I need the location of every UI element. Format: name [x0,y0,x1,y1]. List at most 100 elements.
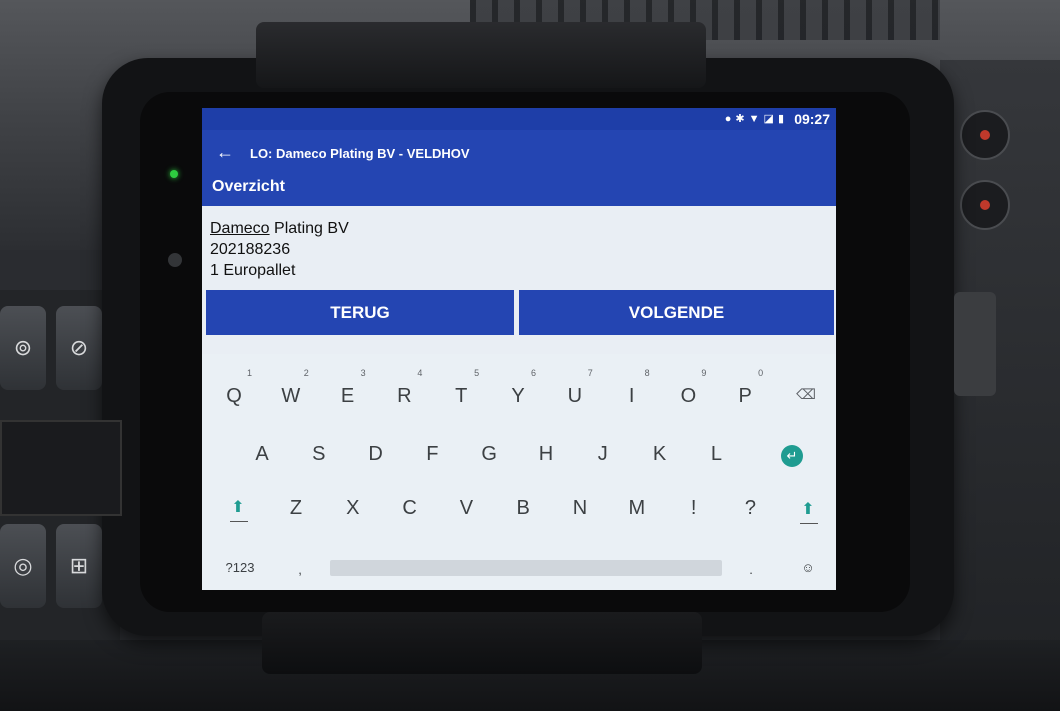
key-label: L [710,443,722,465]
backspace-key[interactable]: ⌫ [784,374,828,414]
dashboard-switch [960,180,1010,230]
key-n[interactable]: N [558,488,602,528]
key-label: A [255,443,269,465]
key-h[interactable]: H [524,434,568,474]
order-info: Dameco Plating BV 202188236 1 Europallet [210,218,349,281]
back-arrow-icon[interactable]: ← [216,142,234,163]
key-o[interactable]: O9 [666,368,710,416]
key-t[interactable]: T5 [439,368,483,416]
key-l[interactable]: L [694,434,738,474]
key-hint: 8 [644,368,650,378]
key-r[interactable]: R4 [382,368,426,416]
key-b[interactable]: B [501,488,545,528]
key-label: N [572,497,588,519]
battery-icon: ▮ [777,113,788,125]
holder-clamp-bottom [262,612,702,674]
key-j[interactable]: J [581,434,625,474]
status-time: 09:27 [794,111,830,127]
key-label: G [481,443,497,465]
key-k[interactable]: K [638,434,682,474]
key-hint: 4 [417,368,423,378]
key-label: D [368,443,383,465]
key-c[interactable]: C [388,488,432,528]
key-label: Q [226,385,242,407]
key-label: R [397,385,412,407]
key-label: E [340,385,355,407]
key-hint: 3 [360,368,366,378]
shift-icon: ⬆ [231,499,245,516]
key-g[interactable]: G [467,434,511,474]
key-d[interactable]: D [354,434,398,474]
key-p[interactable]: P0 [723,368,767,416]
status-icons: ●✱▼◪▮ [725,112,788,125]
dashboard-button: ⊚ [0,306,46,390]
key-z[interactable]: Z [274,488,318,528]
volgende-button[interactable]: VOLGENDE [519,290,834,335]
key-label: F [426,443,439,465]
symbols-key[interactable]: ?123 [218,548,262,588]
period-key[interactable]: . [729,550,773,590]
terug-button[interactable]: TERUG [206,290,514,335]
key-hint: 0 [758,368,764,378]
load-description: 1 Europallet [210,262,296,279]
order-number: 202188236 [210,241,291,258]
app-title: LO: Dameco Plating BV - VELDHOV [250,146,470,161]
dashboard-button: ⊞ [56,524,102,608]
key-label: V [459,497,474,519]
shift-key-right[interactable]: ⬆ [786,488,830,528]
company-name-underlined: Dameco [210,220,270,237]
key-label: I [628,385,635,407]
key-label: U [567,385,583,407]
key-label: ! [690,497,697,519]
dashboard-button: ⊘ [56,306,102,390]
shift-key-left[interactable]: ⬆ [216,486,260,526]
key-x[interactable]: X [331,488,375,528]
key-w[interactable]: W2 [269,368,313,416]
key-m[interactable]: M [615,488,659,528]
emoji-key[interactable]: ☺ [786,548,830,588]
enter-icon: ↵ [781,445,803,467]
key-v[interactable]: V [444,488,488,528]
emoji-icon: ☺ [801,560,815,575]
location-icon: ● [724,113,736,125]
backspace-icon: ⌫ [796,386,816,402]
key-label: Z [289,497,303,519]
key-hint: 5 [474,368,480,378]
key-label: T [455,385,468,407]
holder-bracket [0,420,122,516]
section-title: Overzicht [212,178,285,195]
key-y[interactable]: Y6 [496,368,540,416]
key-e[interactable]: E3 [326,368,370,416]
key-a[interactable]: A [240,434,284,474]
key-question[interactable]: ? [728,488,772,528]
key-label: K [652,443,667,465]
key-label: ? [744,497,756,519]
holder-clamp-top [256,22,706,88]
key-i[interactable]: I8 [610,368,654,416]
key-f[interactable]: F [410,434,454,474]
tablet-screen: ●✱▼◪▮ 09:27 ← LO: Dameco Plating BV - VE… [202,108,836,590]
key-s[interactable]: S [297,434,341,474]
key-q[interactable]: Q1 [212,368,256,416]
status-bar: ●✱▼◪▮ 09:27 [202,108,836,130]
dashboard-switch [960,110,1010,160]
key-hint: 9 [701,368,707,378]
key-label: O [680,385,697,407]
soft-keyboard: Q1W2E3R4T5Y6U7I8O9P0 ASDFGHJKL Z X C V B N M!?… [202,354,836,590]
status-led [170,170,178,178]
key-hint: 1 [246,368,252,378]
key-label: J [597,443,608,465]
app-bar: ← LO: Dameco Plating BV - VELDHOV Overzi… [202,130,836,206]
comma-key[interactable]: , [278,550,322,590]
key-hint: 7 [587,368,593,378]
key-exclamation[interactable]: ! [672,488,716,528]
key-label: S [312,443,326,465]
holder-side-latch [954,292,996,396]
key-u[interactable]: U7 [553,368,597,416]
enter-key[interactable]: ↵ [770,434,814,474]
space-bar[interactable] [330,560,722,576]
shift-icon: ⬆ [801,501,815,518]
key-label: B [516,497,530,519]
key-label: H [538,443,554,465]
key-hint: 2 [303,368,309,378]
